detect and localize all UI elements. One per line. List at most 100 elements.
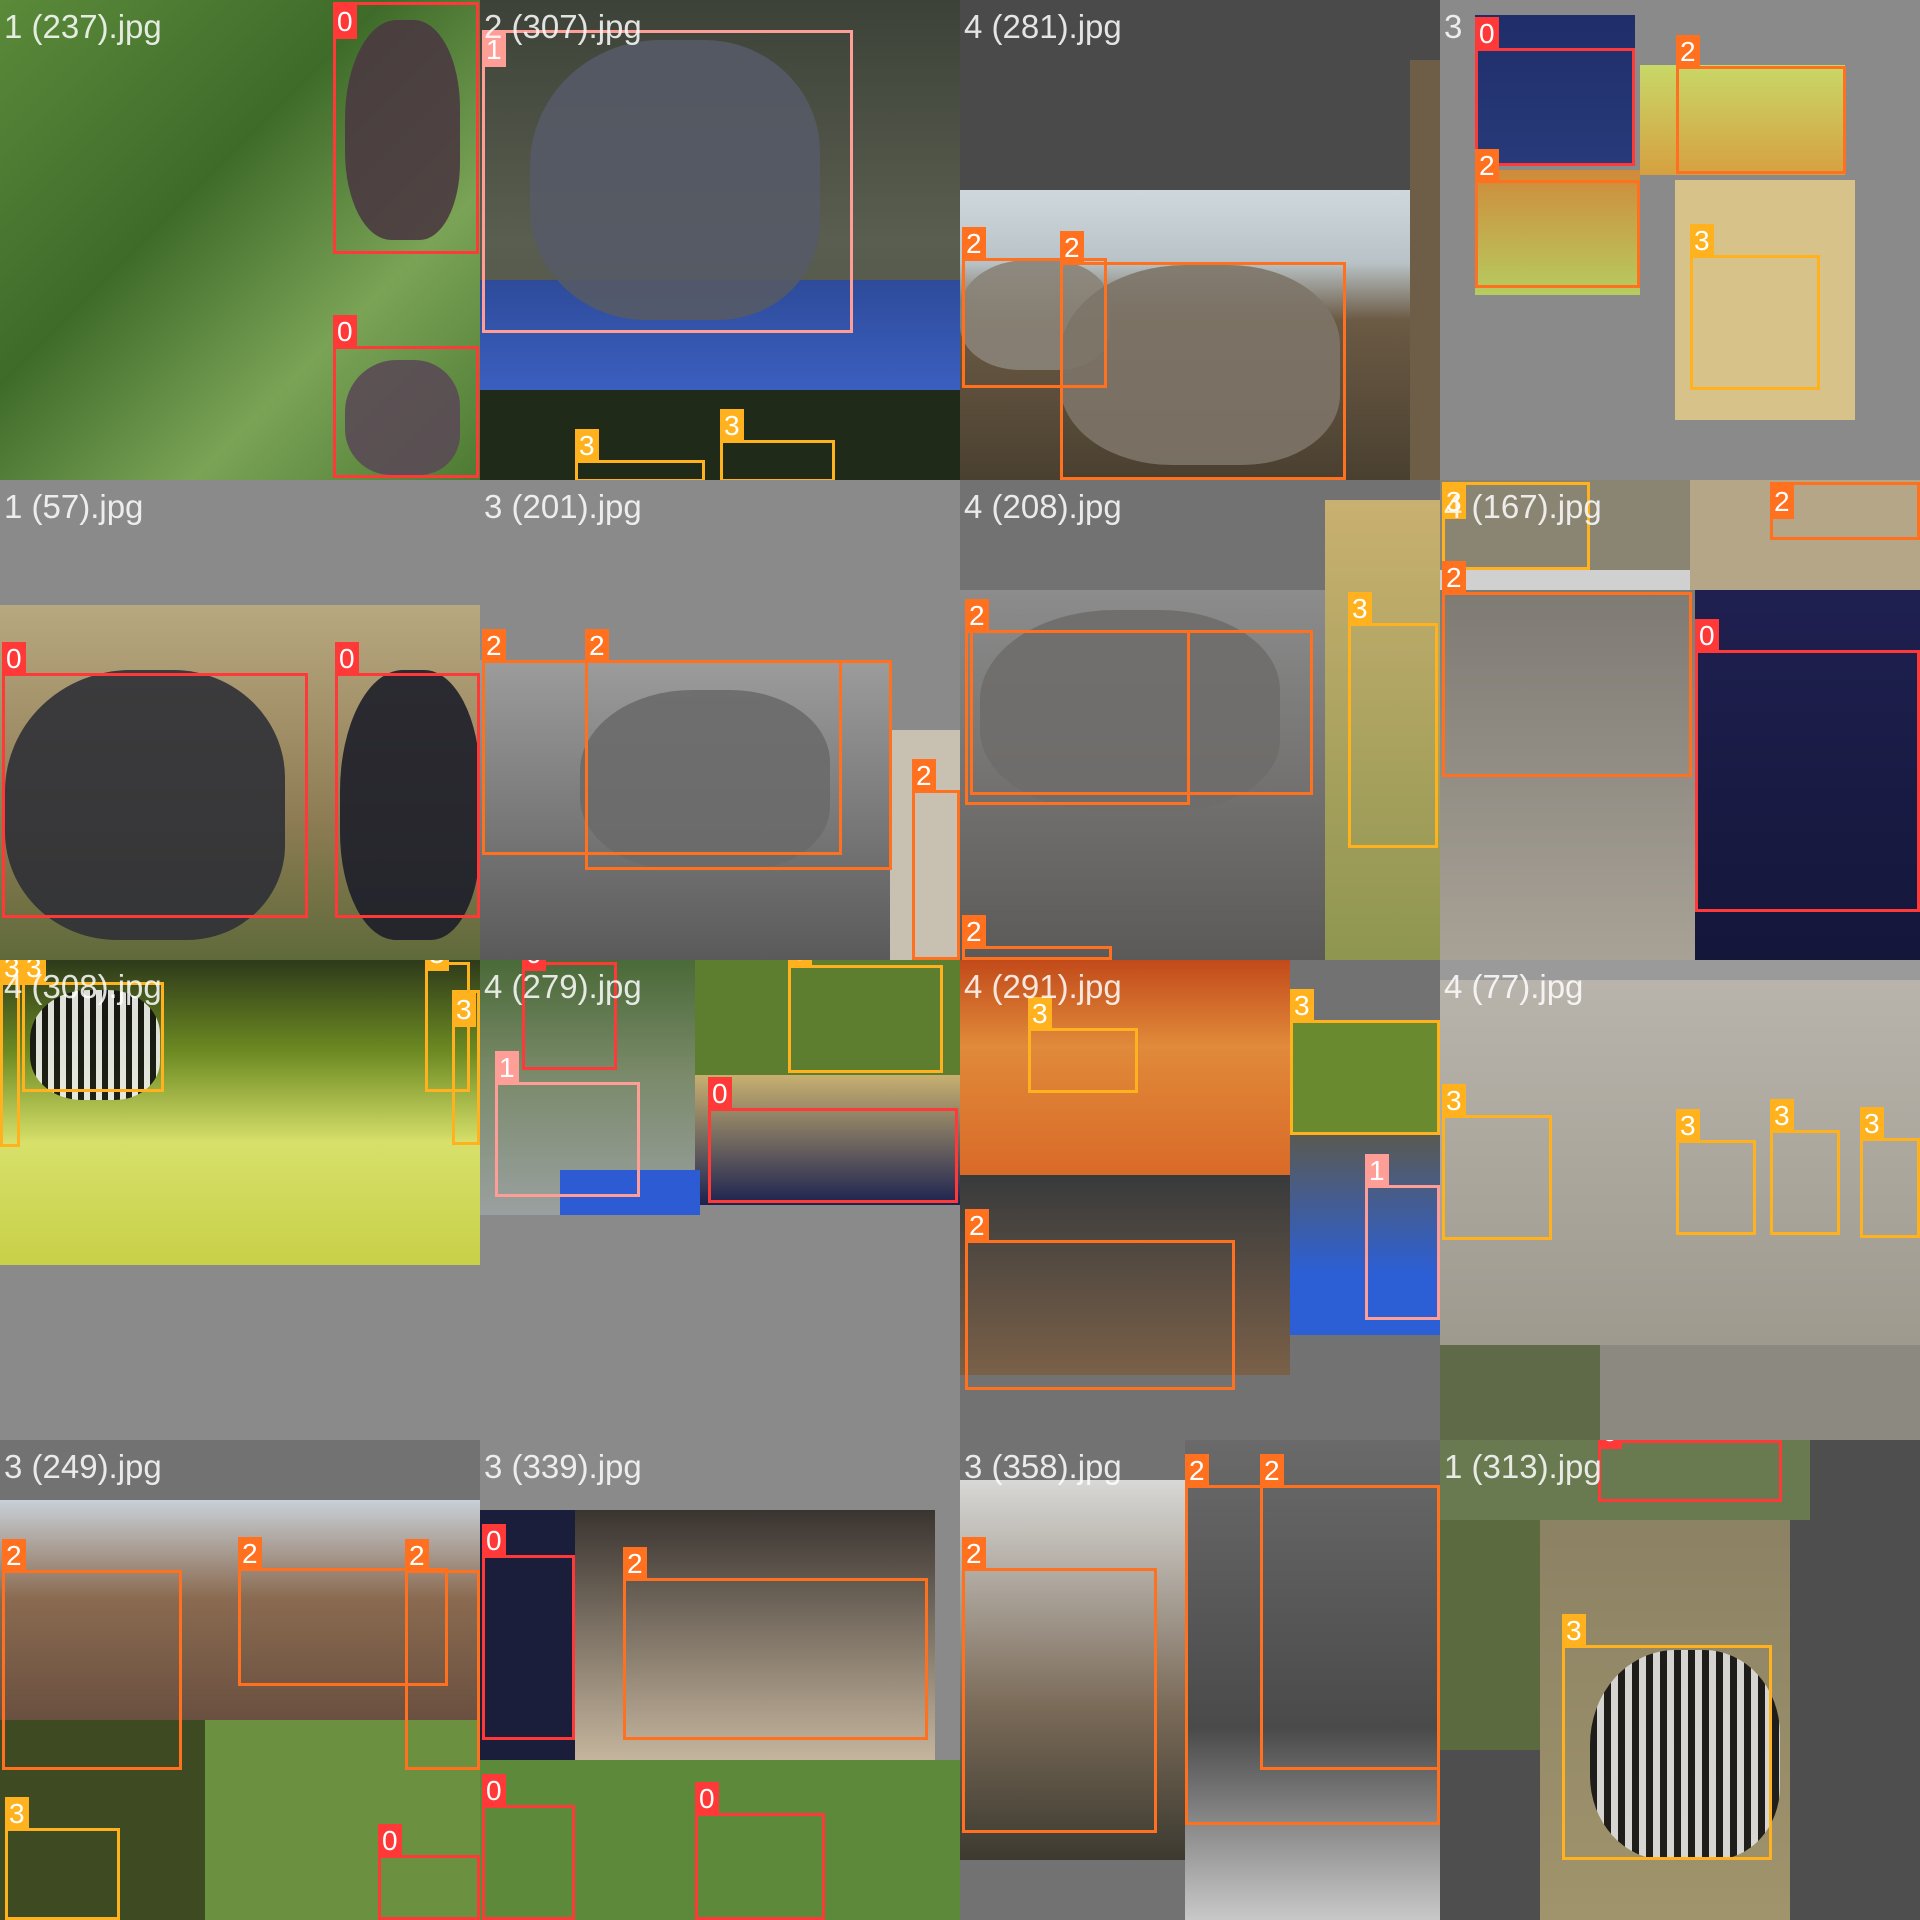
tile-3: 4 (281).jpg 2 2 <box>960 0 1440 480</box>
class-label: 3 <box>788 960 812 968</box>
class-label: 3 <box>1442 1084 1466 1118</box>
class-label: 2 <box>1475 149 1499 183</box>
class-label: 0 <box>1475 17 1499 51</box>
detection-box: 0 <box>333 315 479 478</box>
detection-box: 2 <box>585 629 892 870</box>
detection-box: 3 <box>575 429 705 480</box>
detection-box: 0 <box>378 1824 480 1920</box>
detection-box: 3 <box>1290 989 1440 1135</box>
class-label: 3 <box>1348 592 1372 626</box>
tile-title: 4 (291).jpg <box>964 968 1122 1005</box>
class-label: 2 <box>965 1209 989 1243</box>
tile-title: 4 (281).jpg <box>964 8 1122 45</box>
tile-title: 3 (339).jpg <box>484 1448 642 1485</box>
detection-box: 3 <box>1690 224 1820 390</box>
tile-title: 1 (313).jpg <box>1444 1448 1602 1485</box>
class-label: 3 <box>1290 989 1314 1023</box>
class-label: 2 <box>962 227 986 261</box>
tile-5: 1 (57).jpg 0 0 <box>0 480 480 960</box>
tile-title: 4 (308).jpg <box>4 968 162 1005</box>
detection-box: 2 <box>405 1539 480 1770</box>
detection-box: 2 <box>965 1209 1235 1390</box>
class-label: 1 <box>495 1051 519 1085</box>
detection-box: 2 <box>1676 35 1846 174</box>
detection-box: 0 <box>482 1774 575 1920</box>
class-label: 3 <box>425 960 449 971</box>
detection-box: 2 <box>1260 1454 1440 1770</box>
detection-box: 0 <box>1695 619 1920 912</box>
class-label: 2 <box>482 629 506 663</box>
class-label: 2 <box>1060 231 1084 265</box>
detection-box: 1 <box>495 1051 640 1197</box>
fence-photo <box>1600 1345 1920 1440</box>
mosaic-grid: 1 (237).jpg 0 0 2 (307).jpg 1 3 3 4 (281… <box>0 0 1920 1920</box>
tile-13: 3 (249).jpg 2 2 2 3 0 <box>0 1440 480 1920</box>
class-label: 2 <box>585 629 609 663</box>
detection-box: 3 <box>788 960 943 1073</box>
detection-box: 0 <box>695 1782 825 1920</box>
tile-title: 2 (307).jpg <box>484 8 642 45</box>
detection-box: 0 <box>333 2 479 254</box>
tile-16: 1 (313).jpg 0 3 <box>1440 1440 1920 1920</box>
class-label: 1 <box>1365 1154 1389 1188</box>
class-label: 0 <box>2 642 26 676</box>
detection-box: 2 <box>2 1539 182 1770</box>
tile-6: 3 (201).jpg 2 2 2 <box>480 480 960 960</box>
class-label: 2 <box>1260 1454 1284 1488</box>
detection-box: 3 <box>452 990 480 1145</box>
detection-box: 0 <box>482 1524 575 1740</box>
detection-box: 3 <box>0 960 24 1147</box>
class-label: 3 <box>1676 1109 1700 1143</box>
detection-box: 3 <box>1028 997 1138 1093</box>
class-label: 3 <box>452 993 476 1027</box>
class-label: 3 <box>5 1797 29 1831</box>
class-label: 3 <box>1860 1107 1884 1141</box>
class-label: 0 <box>333 315 357 349</box>
detection-box: 3 <box>1442 1084 1552 1240</box>
tile-title: 3 (249).jpg <box>4 1448 162 1485</box>
detection-box: 2 <box>1442 561 1692 777</box>
class-label: 3 <box>1562 1614 1586 1648</box>
class-label: 2 <box>623 1547 647 1581</box>
class-label: 3 <box>1770 1099 1794 1133</box>
class-label: 0 <box>335 642 359 676</box>
tile-title: 4 (167).jpg <box>1444 488 1602 525</box>
tile-title: 1 (57).jpg <box>4 488 144 525</box>
class-label: 0 <box>482 1774 506 1808</box>
class-label: 2 <box>962 1537 986 1571</box>
tile-title: 3 (201).jpg <box>484 488 642 525</box>
detection-box: 3 <box>720 409 835 480</box>
class-label: 2 <box>238 1537 262 1571</box>
tile-7: 4 (208).jpg 2 3 2 <box>960 480 1440 960</box>
class-label: 2 <box>1676 35 1700 69</box>
class-label: 2 <box>1770 485 1794 519</box>
detection-box <box>970 630 1313 795</box>
class-label: 0 <box>1695 619 1719 653</box>
class-label: 0 <box>708 1077 732 1111</box>
detection-box: 1 <box>1365 1154 1440 1320</box>
detection-box: 2 <box>1770 482 1920 540</box>
detection-box: 3 <box>1562 1614 1772 1860</box>
class-label: 0 <box>695 1782 719 1816</box>
detection-box: 0 <box>1598 1440 1782 1502</box>
tile-title: 3 <box>1444 8 1463 45</box>
class-label: 2 <box>2 1539 26 1573</box>
tile-title: 4 (208).jpg <box>964 488 1122 525</box>
tile-1: 1 (237).jpg 0 0 <box>0 0 480 480</box>
detection-box: 0 <box>335 642 480 918</box>
tile-9: 4 (308).jpg 3 3 3 3 <box>0 960 480 1440</box>
detection-box: 2 <box>962 915 1112 960</box>
tile-14: 3 (339).jpg 0 2 0 0 <box>480 1440 960 1920</box>
class-label: 0 <box>482 1524 506 1558</box>
tile-title: 3 (358).jpg <box>964 1448 1122 1485</box>
detection-box: 2 <box>1060 231 1346 480</box>
class-label: 0 <box>333 5 357 39</box>
tile-15: 3 (358).jpg 2 2 2 <box>960 1440 1440 1920</box>
detection-box: 0 <box>2 642 308 918</box>
class-label: 2 <box>1185 1454 1209 1488</box>
class-label: 2 <box>912 759 936 793</box>
tile-2: 2 (307).jpg 1 3 3 <box>480 0 960 480</box>
class-label: 2 <box>965 599 989 633</box>
class-label: 3 <box>575 429 599 463</box>
bush-photo <box>1440 1345 1600 1440</box>
